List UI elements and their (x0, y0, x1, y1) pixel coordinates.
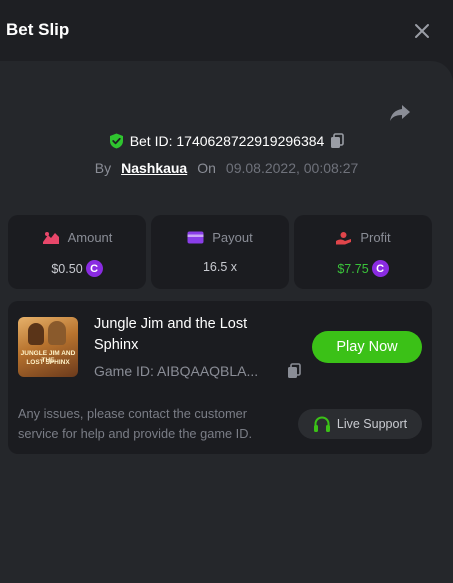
stat-label: Amount (67, 230, 113, 245)
by-label: By (94, 160, 112, 176)
page-title: Bet Slip (6, 20, 70, 39)
coin-icon: C (85, 260, 103, 277)
stat-value: $0.50 (51, 261, 83, 276)
header: Bet Slip (0, 0, 453, 60)
thumbnail-figure (48, 321, 66, 345)
stat-label: Profit (360, 230, 391, 245)
game-id-row: Game ID: AIBQAAQBLA... (94, 363, 309, 379)
bet-meta-row: By Nashkaua On 09.08.2022, 00:08:27 (0, 160, 453, 180)
close-icon[interactable] (412, 21, 432, 41)
stat-profit: Profit $7.75 C (294, 215, 432, 289)
shield-check-icon (109, 133, 123, 149)
support-message: Any issues, please contact the customer … (18, 406, 253, 441)
live-support-button[interactable]: Live Support (298, 409, 422, 439)
game-name[interactable]: Jungle Jim and the Lost Sphinx (94, 314, 294, 356)
money-bag-icon (42, 231, 59, 244)
on-label: On (197, 160, 216, 176)
card-icon (187, 231, 204, 244)
headset-icon (313, 415, 330, 432)
game-thumbnail[interactable]: JUNGLE JIM AND THE LOST SPHINX (18, 317, 78, 377)
stat-value: 16.5 x (202, 260, 238, 274)
stat-amount: Amount $0.50 C (8, 215, 146, 289)
game-id-text: Game ID: AIBQAAQBLA... (94, 363, 259, 379)
share-icon[interactable] (389, 103, 411, 123)
hand-icon (336, 231, 352, 244)
thumbnail-title-line: LOST SPHINX (26, 359, 70, 366)
stat-label: Payout (212, 230, 253, 245)
copy-icon[interactable] (330, 133, 345, 149)
play-now-button[interactable]: Play Now (312, 331, 422, 363)
stat-value: $7.75 (337, 261, 369, 276)
game-card: JUNGLE JIM AND THE LOST SPHINX Jungle Ji… (8, 301, 432, 454)
stat-payout: Payout 16.5 x (151, 215, 289, 289)
bet-id-row: Bet ID: 1740628722919296384 (0, 133, 453, 153)
copy-icon[interactable] (287, 363, 301, 379)
thumbnail-figure (28, 323, 44, 345)
live-support-label: Live Support (336, 417, 408, 431)
bet-id-text: Bet ID: 1740628722919296384 (129, 133, 325, 149)
coin-icon: C (371, 260, 389, 277)
bet-date: 09.08.2022, 00:08:27 (225, 160, 359, 176)
username-link[interactable]: Nashkaua (121, 160, 187, 176)
